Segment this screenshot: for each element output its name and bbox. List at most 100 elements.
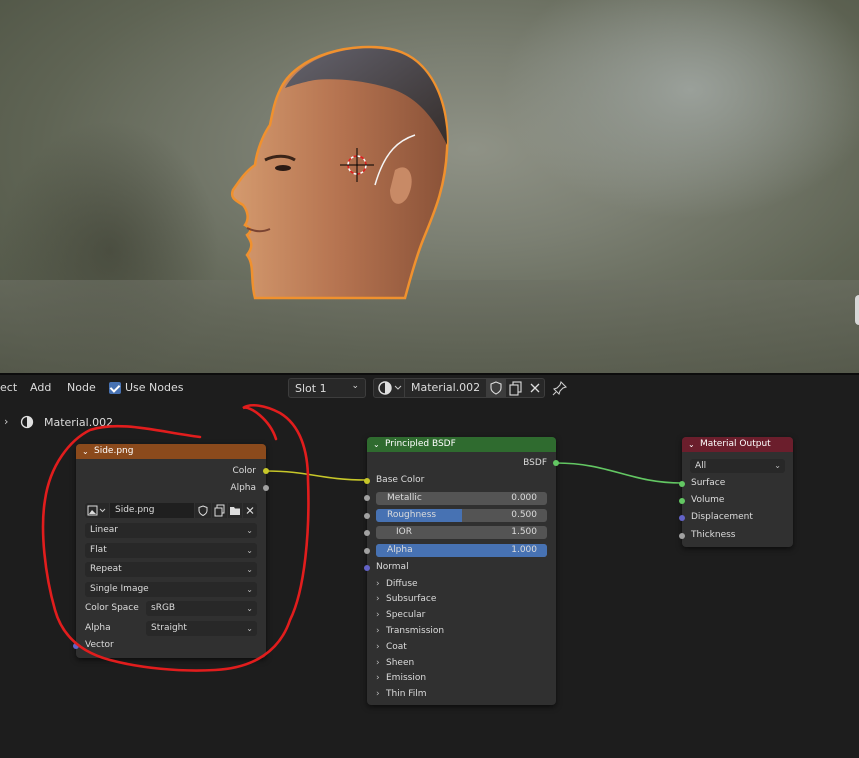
chevron-down-icon: ⌄ <box>246 546 253 555</box>
color-space-value: sRGB <box>151 603 176 613</box>
image-unlink-button[interactable] <box>243 503 257 518</box>
panel-label: Transmission <box>386 626 445 636</box>
slider-name: Alpha <box>387 545 413 555</box>
input-alpha-socket[interactable] <box>364 548 370 554</box>
panel-label: Coat <box>386 642 407 652</box>
chevron-down-icon: ⌄ <box>774 461 781 470</box>
roughness-slider[interactable]: Roughness 0.500 <box>376 509 547 522</box>
panel-subsurface[interactable]: › Subsurface <box>376 594 436 604</box>
interpolation-dropdown[interactable]: Linear ⌄ <box>85 523 257 538</box>
link-bsdf-surface <box>555 462 683 484</box>
chevron-right-icon: › <box>376 658 380 668</box>
input-metallic-socket[interactable] <box>364 495 370 501</box>
input-ior-socket[interactable] <box>364 530 370 536</box>
projection-dropdown[interactable]: Flat ⌄ <box>85 543 257 558</box>
target-dropdown[interactable]: All ⌄ <box>690 459 785 473</box>
link-color-basecolor <box>265 470 368 481</box>
input-displacement-label: Displacement <box>691 512 753 522</box>
slider-value: 0.500 <box>511 510 537 520</box>
input-normal-socket[interactable] <box>364 565 370 571</box>
shield-icon <box>198 505 208 517</box>
input-normal-label: Normal <box>376 562 409 572</box>
projection-value: Flat <box>90 545 107 555</box>
node-header[interactable]: ⌄ Material Output <box>682 437 793 452</box>
alpha-mode-dropdown[interactable]: Straight ⌄ <box>146 621 257 636</box>
image-open-button[interactable] <box>228 503 242 518</box>
slider-value: 0.000 <box>511 493 537 503</box>
node-header[interactable]: ⌄ Side.png <box>76 444 266 459</box>
panel-label: Subsurface <box>386 594 437 604</box>
node-title: Side.png <box>94 446 134 456</box>
panel-label: Emission <box>386 673 427 683</box>
ior-slider[interactable]: IOR 1.500 <box>376 526 547 539</box>
chevron-right-icon: › <box>376 594 380 604</box>
duplicate-icon <box>214 504 225 517</box>
slider-name: IOR <box>396 527 412 537</box>
input-roughness-socket[interactable] <box>364 513 370 519</box>
image-browse-button[interactable] <box>85 503 109 518</box>
interpolation-value: Linear <box>90 525 118 535</box>
chevron-down-icon: ⌄ <box>246 604 253 613</box>
alpha-slider[interactable]: Alpha 1.000 <box>376 544 547 557</box>
panel-diffuse[interactable]: › Diffuse <box>376 579 418 589</box>
output-alpha-label: Alpha <box>230 483 256 493</box>
metallic-slider[interactable]: Metallic 0.000 <box>376 492 547 505</box>
node-title: Principled BSDF <box>385 439 456 449</box>
image-icon <box>87 505 106 516</box>
panel-label: Thin Film <box>386 689 427 699</box>
collapse-icon[interactable]: ⌄ <box>688 437 695 452</box>
color-space-label: Color Space <box>85 603 139 613</box>
output-color-label: Color <box>232 466 257 476</box>
folder-icon <box>230 507 240 515</box>
principled-bsdf-node[interactable]: ⌄ Principled BSDF BSDF Base Color Metall… <box>364 437 559 705</box>
image-texture-node[interactable]: ⌄ Side.png Color Alpha Side.png Linear ⌄ … <box>73 444 269 658</box>
image-name-field[interactable]: Side.png <box>110 503 194 518</box>
panel-label: Sheen <box>386 658 415 668</box>
input-volume-label: Volume <box>691 495 725 505</box>
chevron-right-icon: › <box>376 673 380 683</box>
chevron-down-icon: ⌄ <box>246 565 253 574</box>
panel-transmission[interactable]: › Transmission <box>376 626 444 636</box>
slider-name: Roughness <box>387 510 437 520</box>
node-title: Material Output <box>700 439 771 449</box>
panel-emission[interactable]: › Emission <box>376 673 426 683</box>
chevron-right-icon: › <box>376 689 380 699</box>
alpha-mode-value: Straight <box>151 623 187 633</box>
chevron-down-icon: ⌄ <box>246 526 253 535</box>
input-thickness-socket[interactable] <box>679 533 685 539</box>
input-surface-socket[interactable] <box>679 481 685 487</box>
node-header[interactable]: ⌄ Principled BSDF <box>367 437 556 452</box>
input-displacement-socket[interactable] <box>679 515 685 521</box>
slider-value: 1.000 <box>511 545 537 555</box>
input-volume-socket[interactable] <box>679 498 685 504</box>
input-basecolor-socket[interactable] <box>364 478 370 484</box>
panel-label: Diffuse <box>386 579 418 589</box>
output-bsdf-socket[interactable] <box>553 460 559 466</box>
chevron-down-icon: ⌄ <box>246 624 253 633</box>
color-space-dropdown[interactable]: sRGB ⌄ <box>146 601 257 616</box>
image-duplicate-button[interactable] <box>212 503 227 518</box>
output-color-socket[interactable] <box>263 468 269 474</box>
output-bsdf-label: BSDF <box>523 458 547 468</box>
chevron-down-icon: ⌄ <box>246 585 253 594</box>
extension-value: Repeat <box>90 564 122 574</box>
image-selector[interactable]: Side.png <box>85 503 257 518</box>
collapse-icon[interactable]: ⌄ <box>82 444 89 459</box>
input-vector-socket[interactable] <box>73 643 79 649</box>
panel-thin-film[interactable]: › Thin Film <box>376 689 427 699</box>
panel-specular[interactable]: › Specular <box>376 610 425 620</box>
collapse-icon[interactable]: ⌄ <box>373 437 380 452</box>
chevron-right-icon: › <box>376 610 380 620</box>
panel-coat[interactable]: › Coat <box>376 642 407 652</box>
image-fake-user-button[interactable] <box>195 503 211 518</box>
material-output-node[interactable]: ⌄ Material Output All ⌄ Surface Volume Di… <box>679 437 793 547</box>
slider-value: 1.500 <box>511 527 537 537</box>
close-icon <box>246 507 254 514</box>
panel-sheen[interactable]: › Sheen <box>376 658 414 668</box>
source-value: Single Image <box>90 584 149 594</box>
source-dropdown[interactable]: Single Image ⌄ <box>85 582 257 597</box>
input-vector-label: Vector <box>85 640 114 650</box>
extension-dropdown[interactable]: Repeat ⌄ <box>85 562 257 577</box>
output-alpha-socket[interactable] <box>263 485 269 491</box>
input-surface-label: Surface <box>691 478 726 488</box>
